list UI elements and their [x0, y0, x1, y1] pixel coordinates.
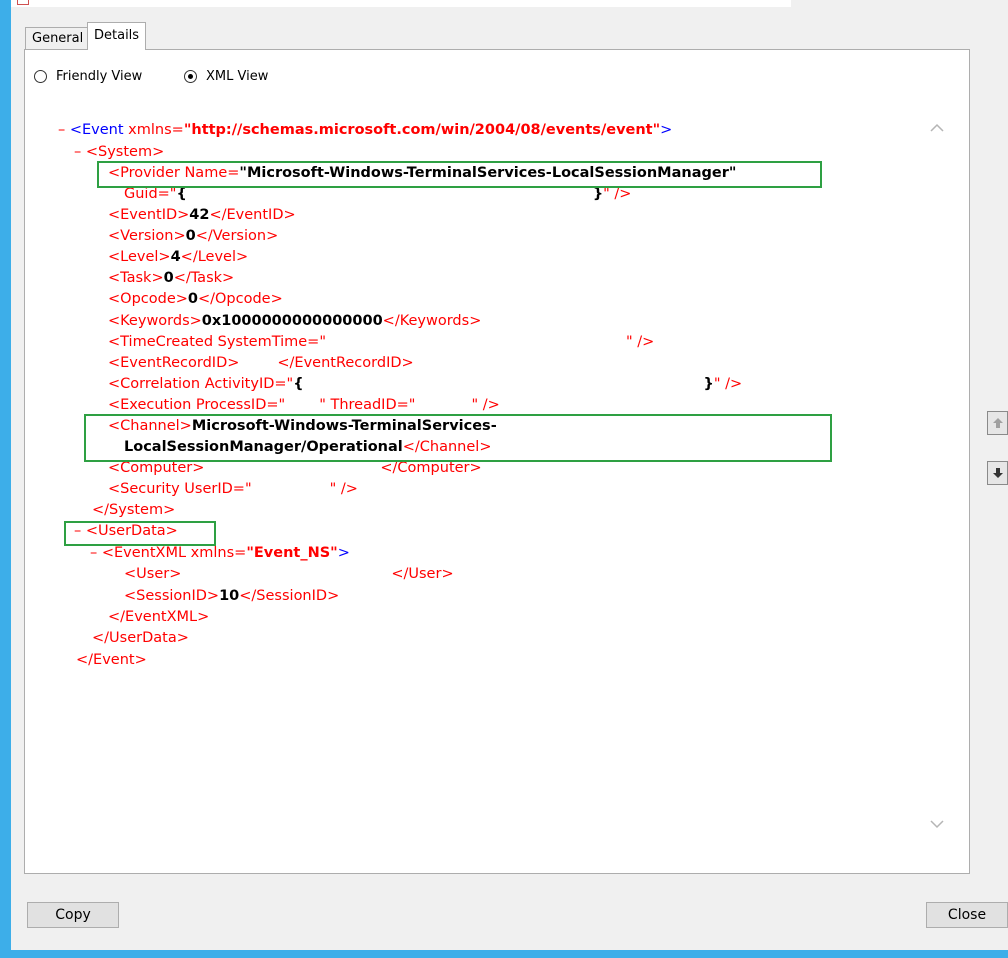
xml-line-eventid: <EventID>42</EventID>: [108, 207, 296, 223]
next-event-button[interactable]: [987, 461, 1008, 485]
xml-line-version: <Version>0</Version>: [108, 228, 279, 244]
highlight-channel-box: [84, 414, 832, 462]
xml-line-eventxml-open: – <EventXML xmlns="Event_NS">: [90, 545, 350, 561]
xml-line-system-open: – <System>: [74, 144, 165, 160]
collapse-eventxml-toggle[interactable]: –: [90, 545, 97, 561]
scroll-up-chevron-icon[interactable]: [930, 123, 944, 132]
xml-line-execution: <Execution ProcessID=" " ThreadID=" " />: [108, 397, 500, 413]
scroll-down-chevron-icon[interactable]: [930, 820, 944, 829]
arrow-down-icon: [992, 464, 1004, 483]
xml-line-opcode: <Opcode>0</Opcode>: [108, 291, 283, 307]
collapse-event-toggle[interactable]: –: [58, 122, 65, 138]
friendly-view-label: Friendly View: [56, 68, 143, 84]
tab-details[interactable]: Details: [87, 22, 147, 50]
collapse-system-toggle[interactable]: –: [74, 144, 81, 160]
friendly-view-option[interactable]: Friendly View: [34, 66, 142, 86]
xml-line-keywords: <Keywords>0x1000000000000000</Keywords>: [108, 313, 482, 329]
close-button[interactable]: Close: [926, 902, 1008, 928]
xml-line-correlation: <Correlation ActivityID="{}" />: [108, 376, 743, 392]
highlight-provider-box: [97, 161, 822, 188]
friendly-view-radio[interactable]: [34, 69, 47, 83]
xml-line-userdata-close: </UserData>: [92, 630, 189, 646]
window-frame-bottom: [0, 950, 1008, 958]
window-frame-left: [0, 0, 11, 958]
xml-line-system-close: </System>: [92, 502, 176, 518]
xml-line-event-open: – <Event xmlns="http://schemas.microsoft…: [58, 122, 673, 138]
title-bar-sliver: [11, 0, 791, 7]
xml-line-user: <User> </User>: [124, 566, 454, 582]
xml-line-task: <Task>0</Task>: [108, 270, 235, 286]
xml-view-option[interactable]: XML View: [184, 66, 268, 86]
copy-button[interactable]: Copy: [27, 902, 119, 928]
xml-line-sessionid: <SessionID>10</SessionID>: [124, 588, 340, 604]
xml-line-level: <Level>4</Level>: [108, 249, 249, 265]
previous-event-button[interactable]: [987, 411, 1008, 435]
xml-line-security: <Security UserID=" " />: [108, 481, 358, 497]
xml-line-eventxml-close: </EventXML>: [108, 609, 210, 625]
arrow-up-icon: [992, 414, 1004, 433]
xml-line-timecreated: <TimeCreated SystemTime=" " />: [108, 334, 655, 350]
highlight-userdata-box: [64, 521, 216, 546]
xml-view-radio[interactable]: [184, 69, 197, 83]
xml-view-label: XML View: [206, 68, 269, 84]
tab-general[interactable]: General: [25, 27, 91, 49]
xml-line-eventrecordid: <EventRecordID> </EventRecordID>: [108, 355, 414, 371]
xml-line-event-close: </Event>: [76, 652, 147, 668]
